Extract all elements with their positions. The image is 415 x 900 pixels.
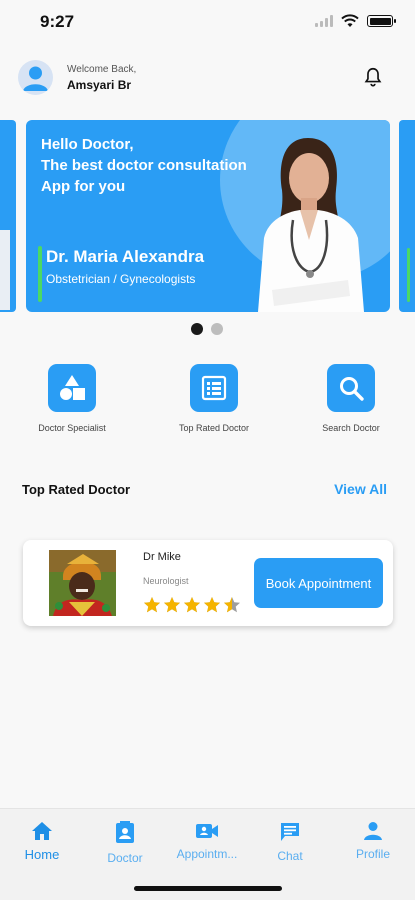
doctor-name: Dr Mike <box>143 551 181 563</box>
category-row: Doctor Specialist Top Rated Doctor Searc… <box>0 364 415 444</box>
category-tile[interactable] <box>190 364 238 412</box>
banner-peek-art <box>0 230 10 310</box>
bell-icon[interactable] <box>362 66 384 88</box>
nav-item-doctor[interactable]: Doctor <box>90 821 160 865</box>
nav-label: Doctor <box>107 851 143 865</box>
profile-icon <box>364 822 382 840</box>
category-doctor-specialist[interactable]: Doctor Specialist <box>17 364 127 433</box>
category-search-doctor[interactable]: Search Doctor <box>296 364 406 433</box>
view-all-link[interactable]: View All <box>334 481 387 497</box>
carousel-dot[interactable] <box>191 323 203 335</box>
promo-banner[interactable]: Hello Doctor, The best doctor consultati… <box>26 120 390 312</box>
star-icon <box>144 597 160 613</box>
carousel-indicator <box>191 323 223 335</box>
battery-icon <box>367 15 396 27</box>
category-tile[interactable] <box>327 364 375 412</box>
nav-item-appointment[interactable]: Appointm... <box>172 821 242 861</box>
user-avatar-icon <box>23 66 48 91</box>
status-bar: 9:27 <box>0 0 415 48</box>
wifi-icon <box>341 14 359 27</box>
doctor-photo <box>49 550 116 616</box>
status-icons <box>315 14 396 28</box>
section-title: Top Rated Doctor <box>22 482 131 497</box>
doctor-icon <box>116 821 134 843</box>
star-icon <box>164 597 180 613</box>
nav-item-home[interactable]: Home <box>7 821 77 862</box>
avatar[interactable] <box>18 60 53 95</box>
category-label: Search Doctor <box>322 423 380 433</box>
doctor-card[interactable]: Dr Mike Neurologist Book Appointment <box>23 540 393 626</box>
banner-peek-accent <box>407 248 410 302</box>
signal-icon <box>315 15 333 27</box>
nav-label: Chat <box>277 849 303 863</box>
banner-doctor-specialty: Obstetrician / Gynecologists <box>46 272 196 286</box>
chat-icon <box>281 823 299 841</box>
doctor-photo-art <box>49 550 116 616</box>
nav-label: Home <box>24 847 60 862</box>
home-indicator <box>134 886 282 891</box>
list-icon <box>201 375 227 401</box>
video-icon <box>196 824 218 838</box>
search-icon <box>340 377 364 401</box>
home-screen: 9:27 Welcome Back, Amsyari Br Hello Doct… <box>0 0 415 900</box>
banner-accent-bar <box>38 246 42 302</box>
star-icon <box>184 597 200 613</box>
banner-carousel[interactable]: Hello Doctor, The best doctor consultati… <box>0 120 415 312</box>
header: Welcome Back, Amsyari Br <box>18 58 398 98</box>
category-top-rated-doctor[interactable]: Top Rated Doctor <box>159 364 269 433</box>
shapes-icon <box>60 375 85 400</box>
category-label: Doctor Specialist <box>38 423 106 433</box>
banner-greeting: Hello Doctor, <box>41 136 134 153</box>
category-tile[interactable] <box>48 364 96 412</box>
banner-peek-next[interactable] <box>399 120 415 312</box>
status-time: 9:27 <box>40 12 75 31</box>
banner-tagline: The best doctor consultation App for you <box>41 157 247 195</box>
banner-doctor-name: Dr. Maria Alexandra <box>46 247 205 266</box>
banner-peek-previous[interactable] <box>0 120 16 312</box>
nav-item-chat[interactable]: Chat <box>255 821 325 863</box>
banner-headline: Hello Doctor, The best doctor consultati… <box>41 134 271 197</box>
nav-label: Appointm... <box>176 847 238 861</box>
star-icon <box>204 597 220 613</box>
welcome-text: Welcome Back, <box>67 64 137 75</box>
book-appointment-button[interactable]: Book Appointment <box>254 558 383 608</box>
home-icon <box>32 822 52 840</box>
carousel-dot[interactable] <box>211 323 223 335</box>
doctor-specialty: Neurologist <box>143 576 189 586</box>
doctor-illustration <box>258 138 364 312</box>
star-icon <box>224 597 240 613</box>
nav-item-profile[interactable]: Profile <box>338 821 408 861</box>
star-rating <box>143 596 241 614</box>
user-name: Amsyari Br <box>67 78 132 92</box>
nav-label: Profile <box>355 847 390 861</box>
category-label: Top Rated Doctor <box>178 423 250 433</box>
